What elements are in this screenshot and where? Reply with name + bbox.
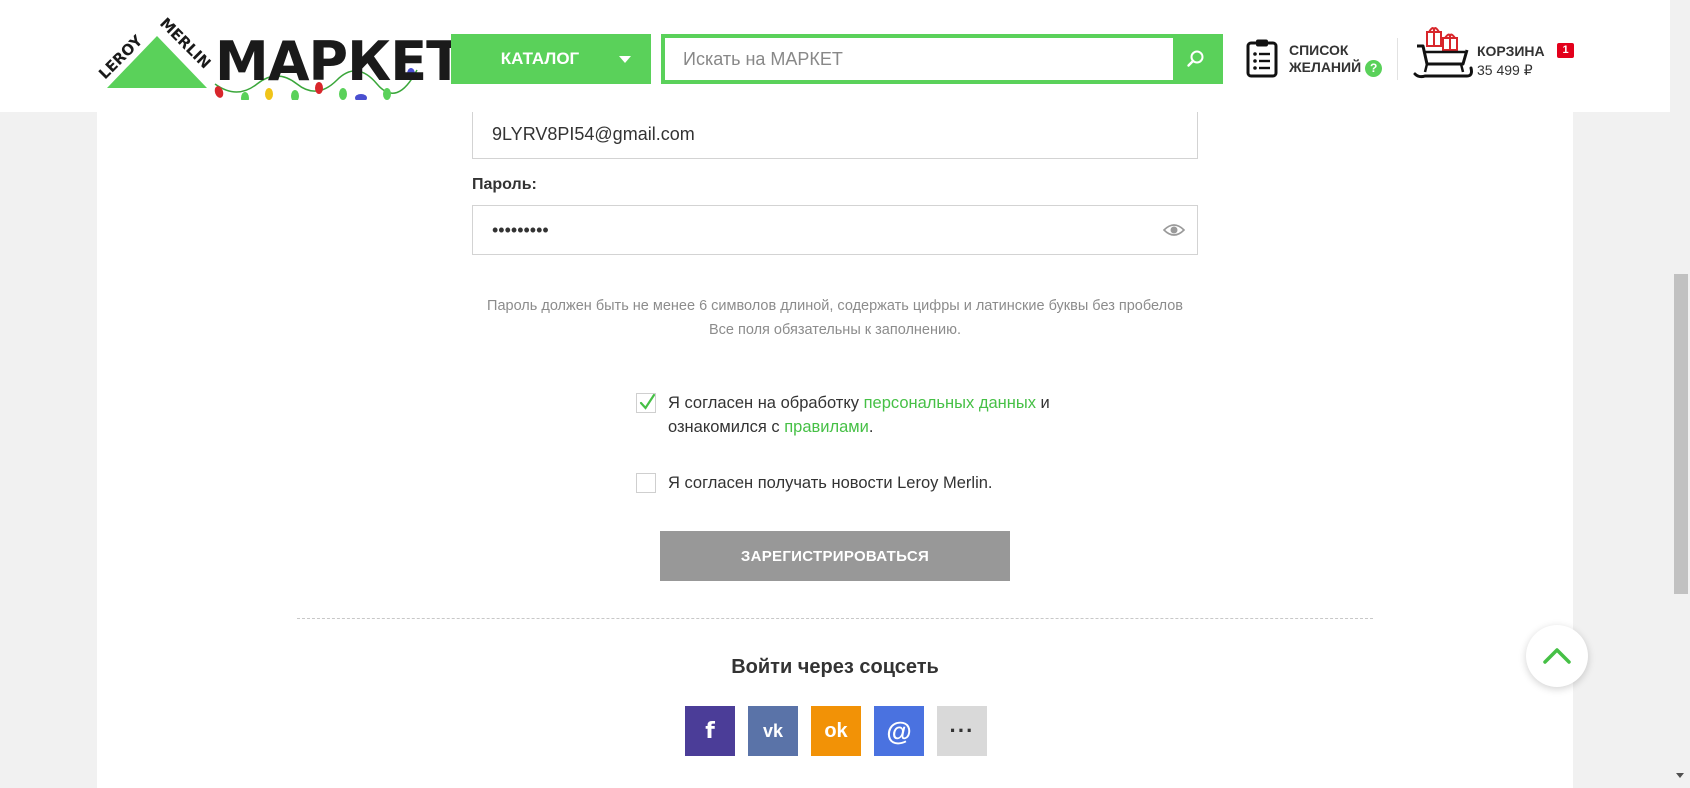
eye-icon[interactable] (1163, 222, 1185, 238)
news-text: Я согласен получать новости Leroy Merlin… (668, 474, 993, 492)
wishlist-link[interactable]: СПИСОК ЖЕЛАНИЙ? (1245, 36, 1385, 82)
page-scrollbar[interactable] (1670, 0, 1690, 788)
checkmark-icon (639, 393, 656, 410)
personal-data-link[interactable]: персональных данных (864, 394, 1036, 412)
search-input[interactable] (665, 38, 1177, 80)
section-divider (297, 618, 1373, 619)
cart-link[interactable]: КОРЗИНА 35 499 ₽ 1 (1413, 22, 1583, 84)
site-header: LEROY MERLIN МАРКЕТ КАТАЛОГ Искать на МА… (0, 0, 1670, 112)
mail-ru-icon: @ (886, 715, 912, 746)
social-login-title: Войти через соцсеть (731, 656, 939, 678)
search-button[interactable] (1173, 38, 1219, 80)
required-hint: Все поля обязательны к заполнению. (708, 322, 961, 338)
ok-icon: ok (824, 719, 848, 742)
consent-text: Я согласен на обработку персональных дан… (668, 391, 1050, 439)
facebook-icon: f (705, 718, 715, 744)
password-label: Пароль: (472, 176, 537, 193)
wishlist-line2: ЖЕЛАНИЙ (1289, 59, 1362, 75)
password-input[interactable] (473, 206, 1197, 254)
chevron-up-icon (1543, 648, 1571, 664)
password-field (472, 205, 1198, 255)
mail-ru-button[interactable]: @ (874, 706, 924, 756)
consent-text-part2: и (1035, 394, 1050, 412)
password-hint: Пароль должен быть не менее 6 символов д… (487, 298, 1183, 314)
vkontakte-button[interactable]: vk (748, 706, 798, 756)
rules-link[interactable]: правилами (784, 418, 869, 436)
wishlist-line1: СПИСОК (1289, 42, 1349, 58)
clipboard-list-icon (1246, 39, 1278, 78)
scroll-down-arrow-icon[interactable] (1676, 773, 1684, 778)
consent-checkbox[interactable] (636, 393, 656, 413)
logo-word: МАРКЕТ (215, 30, 463, 93)
more-social-button[interactable]: ··· (937, 706, 987, 756)
consent-text-part4: . (868, 418, 874, 436)
caret-down-icon (619, 56, 631, 63)
consent-text-part3: ознакомился с (668, 418, 785, 436)
odnoklassniki-button[interactable]: ok (811, 706, 861, 756)
news-row: Я согласен получать новости Leroy Merlin… (636, 471, 993, 495)
scroll-to-top-button[interactable] (1526, 625, 1588, 687)
help-icon[interactable]: ? (1365, 59, 1383, 77)
consent-row: Я согласен на обработку персональных дан… (636, 391, 1050, 439)
social-buttons: f vk ok @ ··· (685, 706, 987, 756)
cart-total: 35 499 ₽ (1477, 62, 1533, 78)
search-icon (1187, 50, 1204, 67)
email-input[interactable] (473, 110, 1197, 158)
cart-count-badge: 1 (1557, 43, 1574, 58)
scrollbar-thumb[interactable] (1674, 274, 1688, 594)
catalog-label: КАТАЛОГ (500, 49, 580, 68)
logo[interactable]: LEROY MERLIN МАРКЕТ (97, 14, 463, 100)
wishlist-label: СПИСОК ЖЕЛАНИЙ? (1289, 42, 1383, 77)
vk-icon: vk (762, 720, 784, 741)
header-divider (1397, 38, 1398, 80)
more-icon: ··· (949, 718, 975, 743)
news-checkbox[interactable] (636, 473, 656, 493)
cart-title: КОРЗИНА (1477, 43, 1545, 59)
register-button[interactable]: ЗАРЕГИСТРИРОВАТЬСЯ (660, 531, 1010, 581)
cart-label: КОРЗИНА 35 499 ₽ (1477, 42, 1545, 80)
consent-text-part1: Я согласен на обработку (668, 394, 864, 412)
catalog-button[interactable]: КАТАЛОГ (451, 34, 651, 84)
sleigh-cart-icon (1413, 27, 1473, 79)
email-field (472, 109, 1198, 159)
facebook-button[interactable]: f (685, 706, 735, 756)
search-box (661, 34, 1223, 84)
